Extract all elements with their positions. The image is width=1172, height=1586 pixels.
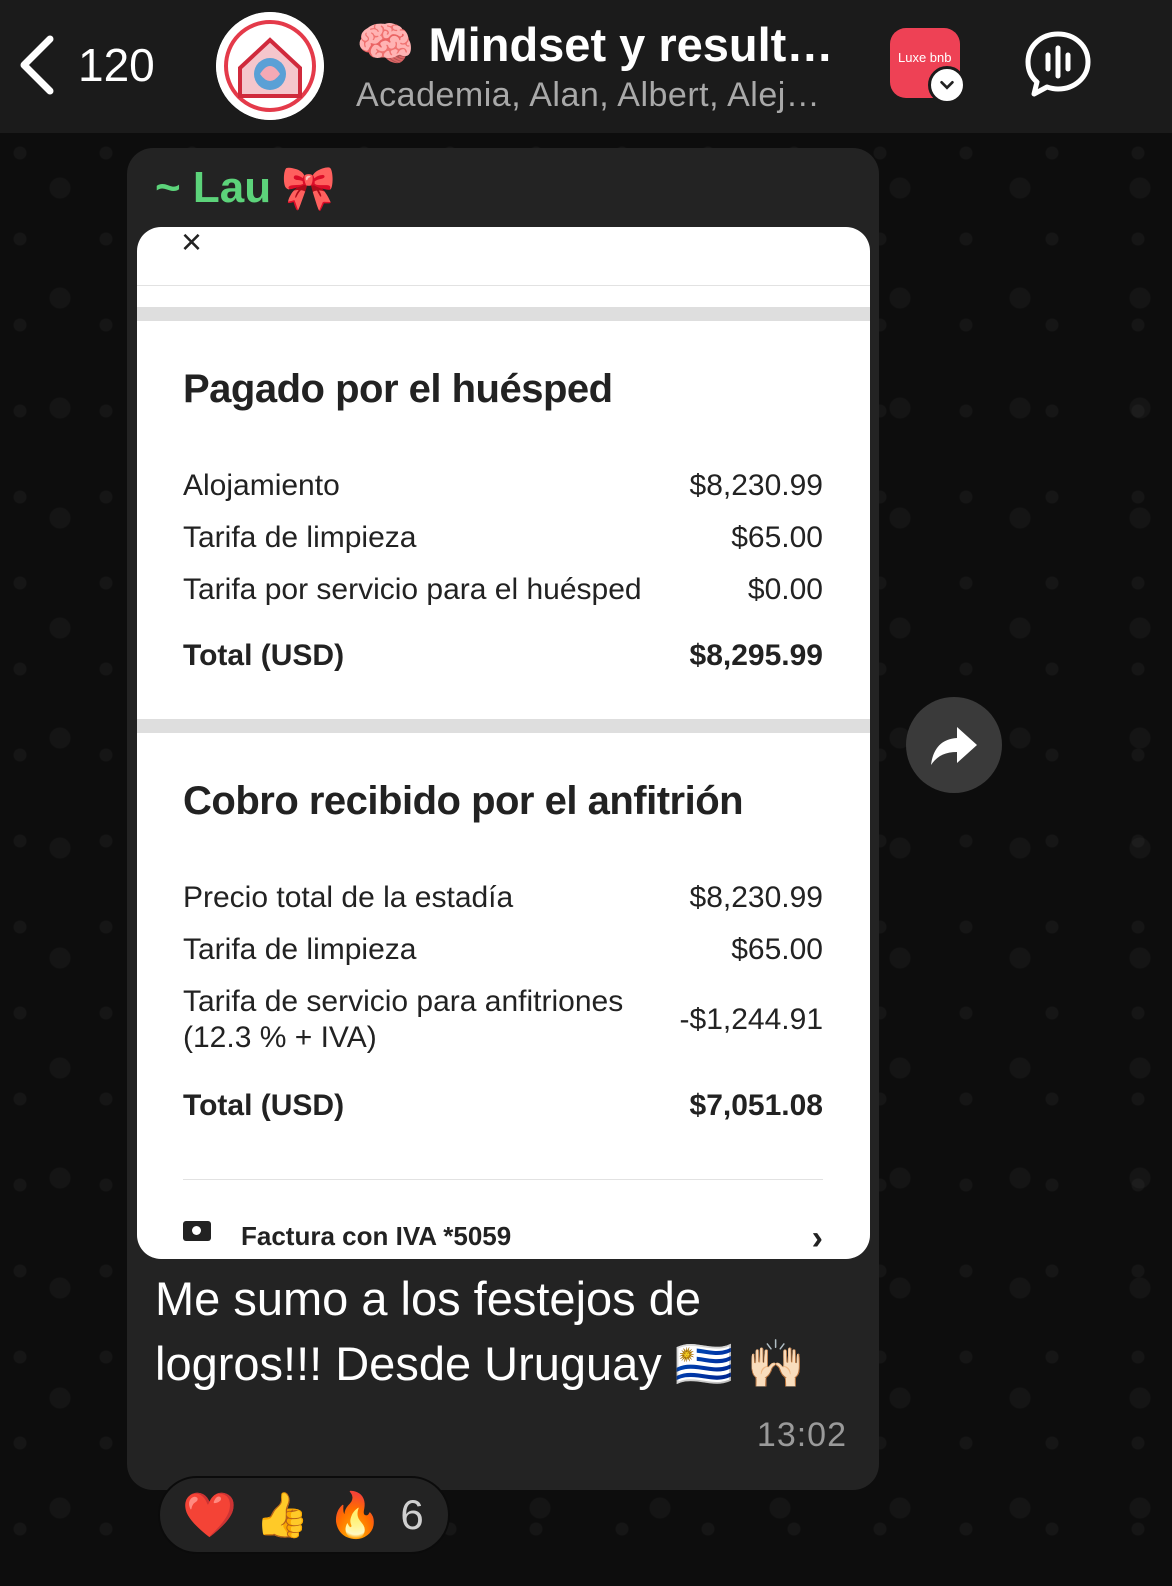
sender-name[interactable]: ~ Lau 🎀 [155, 162, 336, 214]
row-label: Precio total de la estadía [183, 881, 514, 914]
host-row: Tarifa de servicio para anfitriones (12.… [183, 985, 823, 1065]
row-label: Alojamiento [183, 469, 340, 502]
row-label: Tarifa de limpieza [183, 521, 417, 554]
sender-name-text: ~ Lau [155, 163, 272, 212]
row-value: $65.00 [731, 933, 823, 966]
guest-section-title: Pagado por el huésped [183, 367, 613, 411]
chat-title: 🧠 Mindset y result… [356, 16, 856, 72]
chat-members: Academia, Alan, Albert, Alej… [356, 76, 821, 114]
invoice-row[interactable]: Factura con IVA *5059 › [183, 1217, 823, 1257]
back-button[interactable]: 120 [16, 30, 176, 100]
group-avatar[interactable] [216, 12, 324, 120]
row-label: Tarifa por servicio para el huésped [183, 573, 642, 606]
row-value: $0.00 [747, 573, 823, 606]
community-badge-label: Luxe bnb [898, 50, 952, 65]
row-label-secondary: (12.3 % + IVA) [183, 1021, 377, 1054]
total-value: $8,295.99 [689, 639, 823, 672]
section-separator [137, 307, 870, 321]
row-value: $65.00 [731, 521, 823, 554]
receipt-image[interactable]: × Pagado por el huésped Alojamiento $8,2… [137, 227, 870, 1259]
thumbs-up-emoji-icon: 👍 [254, 1491, 310, 1540]
reaction-count: 6 [400, 1491, 424, 1538]
unread-count: 120 [78, 39, 155, 91]
total-label: Total (USD) [183, 1089, 345, 1122]
divider [137, 285, 870, 286]
brain-emoji-icon: 🧠 [356, 17, 415, 70]
chat-header: 120 🧠 Mindset y result… Academia, Alan, … [0, 0, 1172, 133]
row-value: $8,230.99 [689, 469, 823, 502]
brain-house-logo [216, 12, 324, 120]
heart-emoji-icon: ❤️ [182, 1491, 237, 1540]
forward-button[interactable] [906, 697, 1002, 793]
message-time: 13:02 [756, 1416, 847, 1454]
chevron-down-icon [928, 66, 966, 104]
row-value: $8,230.99 [689, 881, 823, 914]
close-icon: × [181, 227, 203, 262]
reactions-bar[interactable]: ❤️ 👍 🔥 6 [158, 1476, 450, 1554]
row-label: Tarifa de servicio para anfitriones [183, 985, 624, 1018]
chat-title-area[interactable]: 🧠 Mindset y result… Academia, Alan, Albe… [356, 16, 856, 115]
host-section-title: Cobro recibido por el anfitrión [183, 779, 744, 823]
bow-emoji-icon: 🎀 [281, 164, 336, 213]
row-value: -$1,244.91 [679, 1003, 823, 1036]
fire-emoji-icon: 🔥 [327, 1491, 383, 1540]
invoice-label: Factura con IVA *5059 [241, 1221, 512, 1251]
community-badge[interactable]: Luxe bnb [890, 28, 966, 104]
message-text: Me sumo a los festejos de logros!!! Desd… [155, 1272, 805, 1390]
cash-icon [183, 1221, 211, 1241]
total-label: Total (USD) [183, 639, 345, 672]
voice-chat-icon[interactable] [1022, 28, 1094, 100]
section-separator [137, 719, 870, 733]
chat-title-text: Mindset y result… [428, 17, 834, 71]
chevron-right-icon: › [811, 1219, 823, 1257]
total-value: $7,051.08 [689, 1089, 823, 1122]
chevron-left-icon [20, 35, 54, 95]
row-label: Tarifa de limpieza [183, 933, 417, 966]
divider [183, 1179, 823, 1180]
forward-arrow-icon [931, 727, 977, 765]
message-bubble[interactable]: ~ Lau 🎀 × Pagado por el huésped Alojamie… [127, 148, 879, 1490]
